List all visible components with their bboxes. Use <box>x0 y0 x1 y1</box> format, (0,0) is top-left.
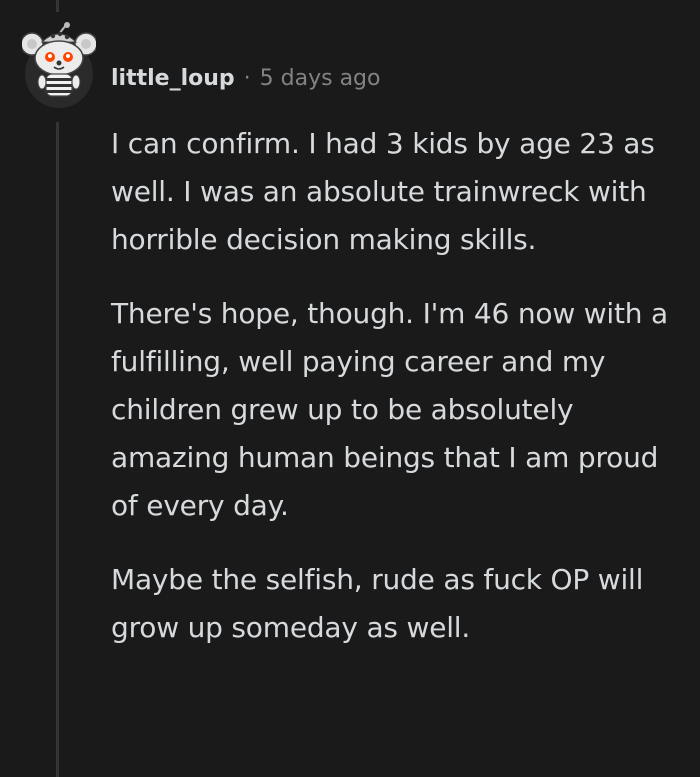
meta-separator: · <box>243 65 251 91</box>
comment-paragraph: Maybe the selfish, rude as fuck OP will … <box>111 563 644 644</box>
comment-timestamp[interactable]: 5 days ago <box>260 66 381 91</box>
thread-line-top[interactable] <box>56 0 59 12</box>
comment-header: little_loup · 5 days ago <box>111 60 380 96</box>
thread-collapse-line[interactable] <box>56 122 59 777</box>
comment-body: I can confirm. I had 3 kids by age 23 as… <box>111 120 681 678</box>
avatar[interactable] <box>20 22 98 108</box>
comment-paragraph: I can confirm. I had 3 kids by age 23 as… <box>111 127 655 256</box>
snoo-avatar-icon <box>20 22 98 108</box>
username-link[interactable]: little_loup <box>111 66 235 91</box>
comment-paragraph: There's hope, though. I'm 46 now with a … <box>111 297 668 522</box>
